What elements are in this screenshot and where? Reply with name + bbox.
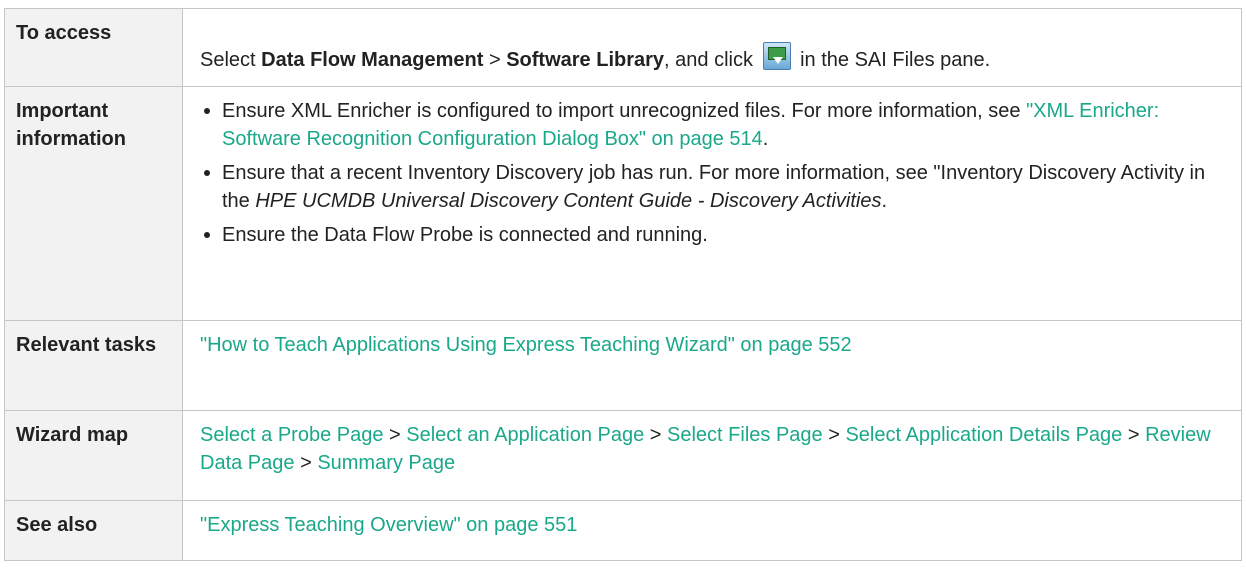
- row-wizard-map: Wizard map Select a Probe Page > Select …: [4, 410, 1242, 501]
- row-label: Relevant tasks: [4, 320, 183, 411]
- row-label: Important information: [4, 86, 183, 321]
- row-relevant-tasks: Relevant tasks "How to Teach Application…: [4, 320, 1242, 411]
- row-content: Select Data Flow Management > Software L…: [182, 8, 1242, 87]
- guide-title: HPE UCMDB Universal Discovery Content Gu…: [255, 190, 882, 212]
- text: in the SAI Files pane.: [794, 49, 991, 71]
- separator: >: [822, 424, 846, 446]
- separator: >: [294, 452, 318, 474]
- bullet-icon: [204, 108, 210, 114]
- menu-path-software-library: Software Library: [506, 49, 665, 71]
- text: >: [483, 49, 507, 71]
- bullet-icon: [204, 170, 210, 176]
- row-content: "Express Teaching Overview" on page 551: [182, 500, 1242, 561]
- row-label: Wizard map: [4, 410, 183, 501]
- text: .: [881, 190, 888, 212]
- text: Ensure XML Enricher is configured to imp…: [222, 100, 1027, 122]
- list-item: Ensure XML Enricher is configured to imp…: [200, 97, 1227, 153]
- menu-path-data-flow-management: Data Flow Management: [261, 49, 484, 71]
- text: Ensure the Data Flow Probe is connected …: [222, 224, 708, 246]
- bullet-list: Ensure XML Enricher is configured to imp…: [200, 97, 1227, 249]
- link-select-files-page[interactable]: Select Files Page: [667, 424, 823, 446]
- row-content: Ensure XML Enricher is configured to imp…: [182, 86, 1242, 321]
- separator: >: [1122, 424, 1146, 446]
- separator: >: [383, 424, 407, 446]
- link-how-to-teach[interactable]: "How to Teach Applications Using Express…: [200, 334, 852, 356]
- info-table: To access Select Data Flow Management > …: [4, 8, 1242, 561]
- row-label: To access: [4, 8, 183, 87]
- link-express-teaching-overview[interactable]: "Express Teaching Overview" on page 551: [200, 514, 577, 536]
- list-item: Ensure the Data Flow Probe is connected …: [200, 221, 1227, 249]
- row-important-information: Important information Ensure XML Enriche…: [4, 86, 1242, 321]
- list-item: Ensure that a recent Inventory Discovery…: [200, 159, 1227, 215]
- text: , and click: [664, 49, 759, 71]
- row-content: "How to Teach Applications Using Express…: [182, 320, 1242, 411]
- row-see-also: See also "Express Teaching Overview" on …: [4, 500, 1242, 561]
- text: Select: [200, 49, 262, 71]
- text: .: [762, 128, 769, 150]
- link-select-application-details-page[interactable]: Select Application Details Page: [845, 424, 1122, 446]
- link-select-application-page[interactable]: Select an Application Page: [406, 424, 644, 446]
- separator: >: [644, 424, 668, 446]
- link-summary-page[interactable]: Summary Page: [317, 452, 455, 474]
- bullet-icon: [204, 232, 210, 238]
- row-label: See also: [4, 500, 183, 561]
- upload-probe-icon: [762, 42, 791, 70]
- row-to-access: To access Select Data Flow Management > …: [4, 8, 1242, 87]
- row-content: Select a Probe Page > Select an Applicat…: [182, 410, 1242, 501]
- link-select-probe-page[interactable]: Select a Probe Page: [200, 424, 383, 446]
